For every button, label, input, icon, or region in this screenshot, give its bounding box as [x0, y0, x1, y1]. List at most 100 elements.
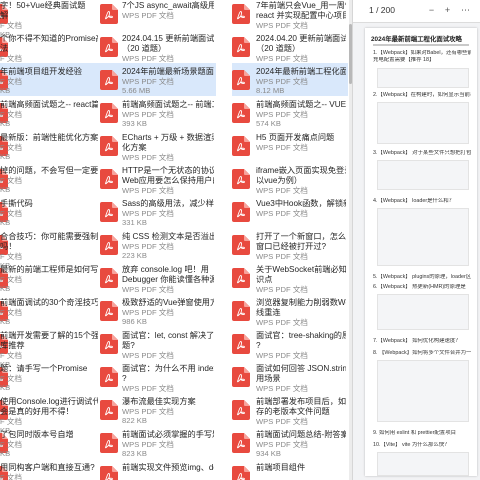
file-name: 2024.04.15 更新前端面试问题总结 [122, 34, 214, 43]
file-type: F 文档 [0, 351, 22, 360]
file-item[interactable]: 7年前端只会Vue_用一周快速入门react 并实现配置中心项目WPS PDF … [232, 0, 348, 30]
file-name-line2: 窗口已经被打开过? [256, 242, 327, 251]
file-size: 822 KB [122, 416, 147, 425]
file-type: WPS PDF 文档 [122, 77, 174, 86]
file-name: ECharts + 万级 + 数据渲染性能优 [122, 133, 214, 142]
file-item[interactable]: Sass的高级用法，减少样式冗余WPS PDF 文档331 KB [100, 195, 216, 228]
file-item[interactable]: 前端面试问题总结-附答案 WPS PDF 文档 934 KB [232, 426, 348, 459]
file-list: 字！50+Vue经典面试题解 F 文档 KB 个你不得不知道的Promise高法 F 文… [0, 0, 348, 480]
file-size: KB [0, 218, 11, 227]
file-item[interactable]: 前端开发需要了解的15个强大 库推荐 F 文档 KB [0, 327, 100, 369]
file-type: WPS PDF 文档 [256, 21, 308, 30]
file-type: WPS PDF 文档 [256, 351, 308, 360]
pdf-file-icon [232, 37, 250, 57]
file-item[interactable]: ECharts + 万级 + 数据渲染性能优化方案WPS PDF 文档 [100, 129, 216, 162]
preview-line: 2.【Webpack】在构建时，如何显示当前项目时间？ [373, 92, 471, 98]
file-item[interactable]: 2024.04.15 更新前端面试问题总结（20 道题）WPS PDF 文档 [100, 30, 216, 63]
file-item[interactable]: 放弃 console.log 吧！用Debugger 你能读懂各种源码WPS P… [100, 261, 216, 294]
file-size: 574 KB [256, 119, 281, 128]
zoom-in-icon[interactable]: + [441, 4, 454, 17]
file-type: F 文档 [0, 143, 22, 152]
file-item[interactable]: 了包同时版本号自增 F 文档 KB [0, 426, 100, 459]
file-type: F 文档 [0, 440, 22, 449]
file-name: 前端部署发布项目后，如何解决缓 [256, 397, 346, 406]
file-type: WPS PDF 文档 [256, 384, 308, 393]
file-item[interactable]: 7个JS async_await高级用法WPS PDF 文档 [100, 0, 216, 30]
file-item[interactable]: 2024年最新前端工程化面试攻略WPS PDF 文档8.12 MB [232, 63, 348, 96]
file-name: 题：请手写一个Promise [0, 364, 88, 373]
file-item[interactable]: 字！50+Vue经典面试题解 F 文档 KB [0, 0, 100, 39]
zoom-out-icon[interactable]: − [425, 4, 438, 17]
file-item[interactable]: 关于WebSocket前端必知必会的知识点WPS PDF 文档 [232, 261, 348, 294]
file-name: 面试如何回答 JSON.stringify 的使 [256, 364, 346, 373]
file-item[interactable]: 使用Console.log进行调试代 会是真的好用不得！ F 文档 KB [0, 393, 100, 435]
file-item[interactable]: 前端面调试的30个奇淫技巧 F 文档 KB [0, 294, 100, 327]
file-item[interactable]: 手撕代码 F 文档 KB [0, 195, 100, 228]
file-name-line2: 解 [0, 11, 9, 20]
file-item[interactable]: 打开了一个新窗口，怎么知道这个窗口已经被打开过?WPS PDF 文档 [232, 228, 348, 261]
file-name: 瀑布流最佳实现方案 [122, 397, 196, 406]
file-item[interactable]: 前端高频面试题之-- 前端工程化WPS PDF 文档393 KB [100, 96, 216, 129]
file-item[interactable]: Vue3中Hook函数，解锁新技能!WPS PDF 文档 [232, 195, 348, 228]
file-name-line2: 存的老版本文件问题 [256, 407, 330, 416]
file-item[interactable]: 掉的问题，不会写但一定要 F 文档 KB [0, 162, 100, 195]
file-item[interactable]: 前端面试必须掌握的手写题 WPS PDF 文档 823 KB [100, 426, 216, 459]
file-size: 986 KB [122, 317, 147, 326]
preview-line: 8. 【Webpack】如何将多个文件合并为一个多页面? [373, 350, 471, 356]
file-item[interactable]: 个你不得不知道的Promise高法F 文档KB [0, 30, 100, 72]
code-screenshot [377, 160, 469, 190]
file-item[interactable]: 2024.04.20 更新前端面试问题总结（20 道题）WPS PDF 文档 [232, 30, 348, 63]
file-item[interactable]: 面试官：为什么不用 index 做 key?WPS PDF 文档 [100, 360, 216, 393]
pdf-file-icon [232, 235, 250, 255]
file-name: Sass的高级用法，减少样式冗余 [122, 199, 214, 208]
file-type: WPS PDF 文档 [256, 54, 308, 63]
file-column: 7个JS async_await高级用法WPS PDF 文档2024.04.15… [100, 0, 216, 480]
file-item[interactable]: 前端高频面试题之-- react篇 F 文档 KB [0, 96, 100, 129]
file-item[interactable]: 用同构客户端和直接互通?F 文档KB [0, 459, 100, 480]
file-name: 个你不得不知道的Promise高 [0, 34, 98, 43]
file-item[interactable]: 浏览器复制能力削弱数Websocket断线重连WPS PDF 文档 [232, 294, 348, 327]
file-type: F 文档 [0, 374, 22, 383]
file-type: F 文档 [0, 252, 22, 261]
file-item[interactable]: 面试官：tree-shaking的原理是什么?WPS PDF 文档 [232, 327, 348, 360]
file-name: 前端面试必须掌握的手写题 [122, 430, 214, 439]
file-type: F 文档 [0, 176, 22, 185]
pdf-file-icon [100, 4, 118, 24]
pdf-file-icon [100, 268, 118, 288]
file-name: 7年前端只会Vue_用一周快速入门 [256, 1, 346, 10]
file-item[interactable]: 2024年前端最新场景题面试攻略WPS PDF 文档5.66 MB [100, 63, 216, 96]
pdf-file-icon [100, 235, 118, 255]
file-name: 7个JS async_await高级用法 [122, 1, 214, 10]
pdf-file-icon [232, 433, 250, 453]
file-type: F 文档 [0, 275, 22, 284]
file-name: 前端高频面试题之-- VUE篇 [256, 100, 346, 109]
file-type: F 文档 [0, 473, 22, 480]
file-name: 掉的问题，不会写但一定要 [0, 166, 98, 175]
file-item[interactable]: 最新版：前端性能优化方案汇 F 文档 KB [0, 129, 100, 162]
file-item[interactable]: 瀑布流最佳实现方案 WPS PDF 文档 822 KB [100, 393, 216, 426]
file-name-line2: 会是真的好用不得！ [0, 407, 74, 416]
file-name: 面试官：为什么不用 index 做 key [122, 364, 214, 373]
file-type: WPS PDF 文档 [122, 54, 174, 63]
file-item[interactable]: 前端项目组件 [232, 459, 348, 480]
file-item[interactable]: H5 页面开发痛点问题 WPS PDF 文档 [232, 129, 348, 162]
preview-title: 2024年最新前端工程化面试攻略 [371, 36, 462, 43]
file-item[interactable]: 前端部署发布项目后，如何解决缓存的老版本文件问题WPS PDF 文档 [232, 393, 348, 426]
more-icon[interactable]: ⋯ [459, 4, 472, 17]
file-item[interactable]: HTTP是一个无状态的协议。那么Web应用要怎么保持用户的登录...WPS PD… [100, 162, 216, 195]
file-item[interactable]: 面试如何回答 JSON.stringify 的使用场景WPS PDF 文档 [232, 360, 348, 393]
file-item[interactable]: 前端高频面试题之-- VUE篇 WPS PDF 文档 574 KB [232, 96, 348, 129]
file-item[interactable]: 纯 CSS 检测文本是否溢出 WPS PDF 文档 223 KB [100, 228, 216, 261]
file-item[interactable]: 题：请手写一个Promise F 文档 KB [0, 360, 100, 393]
file-type: WPS PDF 文档 [256, 417, 308, 426]
file-item[interactable]: 年前端项目组开发经验 F 文档 KB [0, 63, 100, 96]
file-item[interactable]: 极致舒适的Vue弹窗使用方案WPS PDF 文档986 KB [100, 294, 216, 327]
file-item[interactable]: iframe嵌入页面实现免登录思路（以vue为例）WPS PDF 文档 [232, 162, 348, 195]
file-item[interactable]: 合合技巧：你可能需要强制更 吗！ F 文档 KB [0, 228, 100, 270]
file-size: KB [0, 449, 11, 458]
file-item[interactable]: 面试官：let, const 解决了什么问题?WPS PDF 文档 [100, 327, 216, 360]
file-item[interactable]: 最新的前端工程师是如何写代 F 文档 KB [0, 261, 100, 294]
file-type: F 文档 [0, 417, 22, 426]
file-item[interactable]: 前端实现文件预览img、docx、 [100, 459, 216, 480]
file-name: 使用Console.log进行调试代 [0, 397, 98, 406]
